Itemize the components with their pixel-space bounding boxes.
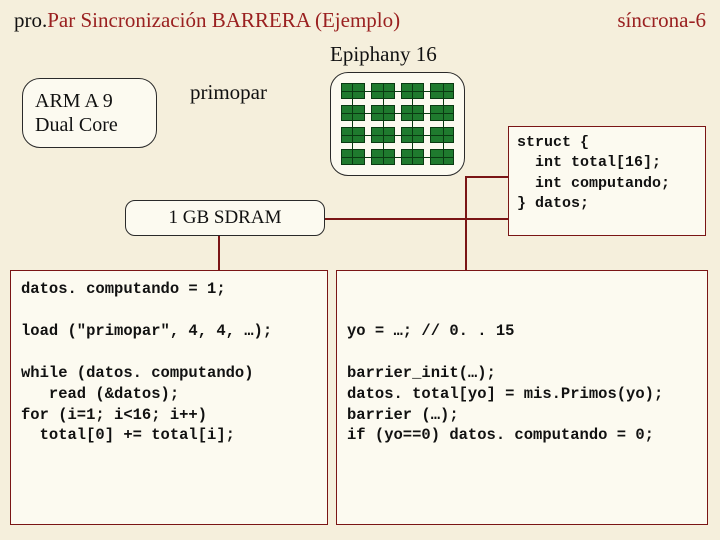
epiphany-label: Epiphany 16: [330, 42, 437, 67]
arm-line2: Dual Core: [35, 113, 156, 137]
core-grid: [341, 83, 454, 165]
primopar-label: primopar: [190, 80, 267, 105]
device-code-box: yo = …; // 0. . 15 barrier_init(…); dato…: [336, 270, 708, 525]
host-code-box: datos. computando = 1; load ("primopar",…: [10, 270, 328, 525]
core-cell: [430, 149, 454, 165]
core-cell: [341, 83, 365, 99]
connector-line: [325, 218, 508, 220]
arm-cpu-box: ARM A 9 Dual Core: [22, 78, 157, 148]
connector-line: [465, 176, 508, 178]
device-code: yo = …; // 0. . 15 barrier_init(…); dato…: [347, 322, 663, 445]
core-cell: [341, 149, 365, 165]
connector-line: [218, 236, 220, 270]
host-code: datos. computando = 1; load ("primopar",…: [21, 280, 272, 444]
core-cell: [401, 83, 425, 99]
core-cell: [401, 127, 425, 143]
core-cell: [371, 127, 395, 143]
core-cell: [430, 83, 454, 99]
sdram-box: 1 GB SDRAM: [125, 200, 325, 236]
core-cell: [401, 149, 425, 165]
core-cell: [401, 105, 425, 121]
struct-code-box: struct { int total[16]; int computando; …: [508, 126, 706, 236]
core-cell: [371, 83, 395, 99]
core-cell: [430, 127, 454, 143]
title-prefix: pro.: [14, 8, 47, 32]
core-cell: [341, 127, 365, 143]
header-title: pro.Par Sincronización BARRERA (Ejemplo): [14, 8, 400, 33]
struct-code: struct { int total[16]; int computando; …: [517, 134, 670, 212]
slide-header: pro.Par Sincronización BARRERA (Ejemplo)…: [0, 0, 720, 37]
arm-line1: ARM A 9: [35, 89, 156, 113]
core-cell: [371, 149, 395, 165]
header-page: síncrona-6: [617, 8, 706, 33]
connector-line: [465, 176, 467, 270]
title-main: Par Sincronización BARRERA (Ejemplo): [47, 8, 400, 32]
core-cell: [430, 105, 454, 121]
core-cell: [371, 105, 395, 121]
core-cell: [341, 105, 365, 121]
epiphany-grid-box: [330, 72, 465, 176]
